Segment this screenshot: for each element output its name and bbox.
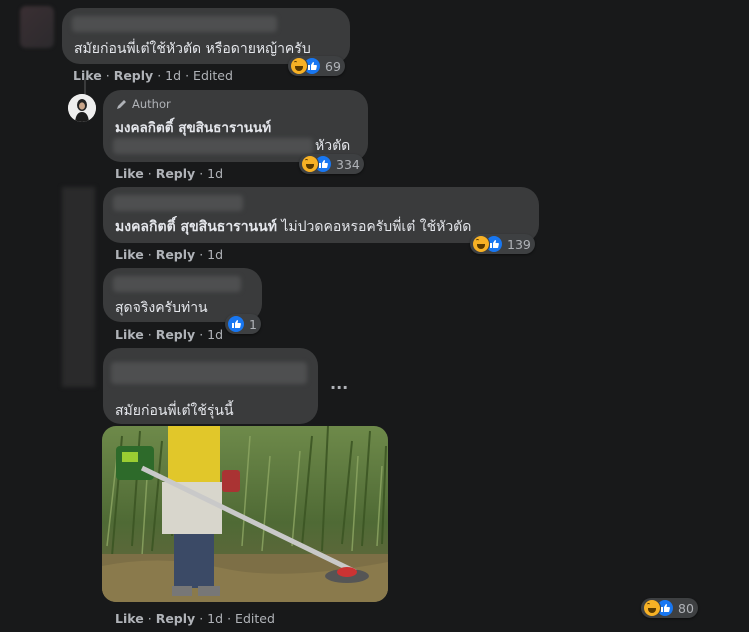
reaction-count: 69 — [325, 58, 341, 74]
reaction-count: 1 — [249, 316, 257, 332]
like-button[interactable]: Like — [115, 327, 144, 342]
author-avatar[interactable] — [68, 94, 96, 122]
redacted-avatar-strip — [62, 187, 95, 387]
reaction-count: 334 — [336, 156, 360, 172]
redacted-name — [113, 276, 241, 292]
edited-label: Edited — [235, 611, 275, 626]
author-badge: Author — [115, 97, 171, 111]
comment-bubble: Author มงคลกิตติ์ สุขสินธารานนท์ หัวตัด — [103, 90, 368, 162]
redacted-name — [111, 362, 307, 384]
reaction-summary[interactable]: 139 — [470, 234, 535, 254]
comment-text: สุดจริงครับท่าน — [115, 300, 208, 316]
reaction-summary[interactable]: 69 — [288, 56, 345, 76]
reaction-count: 139 — [507, 236, 531, 252]
reply-button[interactable]: Reply — [114, 68, 153, 83]
commenter-avatar[interactable] — [20, 6, 54, 48]
comment-text: สมัยก่อนพี่เต๋ใช้หัวตัด หรือดายหญ้าครับ — [74, 41, 311, 57]
timestamp[interactable]: 1d — [207, 247, 223, 262]
reaction-summary[interactable]: 80 — [641, 598, 698, 618]
brush-cutter-photo — [102, 426, 388, 602]
more-options-button[interactable]: ··· — [330, 378, 348, 397]
haha-icon — [290, 57, 308, 75]
comment-actions: Like · Reply · 1d — [115, 327, 224, 342]
comment-photo[interactable] — [102, 426, 388, 602]
timestamp[interactable]: 1d — [207, 611, 223, 626]
reply-button[interactable]: Reply — [156, 327, 195, 342]
author-avatar-image — [68, 94, 96, 122]
redacted-name — [72, 16, 277, 32]
author-name[interactable]: มงคลกิตติ์ สุขสินธารานนท์ — [115, 116, 271, 138]
haha-icon — [643, 599, 661, 617]
like-icon — [227, 315, 245, 333]
redacted-name — [113, 195, 243, 211]
reply-button[interactable]: Reply — [156, 611, 195, 626]
timestamp[interactable]: 1d — [165, 68, 181, 83]
like-button[interactable]: Like — [115, 611, 144, 626]
comment-bubble: สมัยก่อนพี่เต๋ใช้รุ่นนี้ — [103, 348, 318, 424]
comment-actions: Like · Reply · 1d — [115, 166, 224, 181]
timestamp[interactable]: 1d — [207, 327, 223, 342]
like-button[interactable]: Like — [115, 247, 144, 262]
mentioned-user[interactable]: มงคลกิตติ์ สุขสินธารานนท์ — [115, 219, 277, 235]
edited-label: Edited — [193, 68, 233, 83]
pencil-icon — [117, 99, 126, 109]
reaction-summary[interactable]: 1 — [225, 314, 261, 334]
like-button[interactable]: Like — [73, 68, 102, 83]
comment-actions: Like · Reply · 1d · Edited — [115, 611, 275, 626]
comment-actions: Like · Reply · 1d — [115, 247, 224, 262]
timestamp[interactable]: 1d — [207, 166, 223, 181]
comment-text: มงคลกิตติ์ สุขสินธารานนท์ ไม่ปวดคอหรอครั… — [115, 219, 472, 235]
like-button[interactable]: Like — [115, 166, 144, 181]
redacted-mention — [113, 138, 313, 154]
haha-icon — [472, 235, 490, 253]
reaction-summary[interactable]: 334 — [299, 154, 364, 174]
reply-button[interactable]: Reply — [156, 247, 195, 262]
reply-button[interactable]: Reply — [156, 166, 195, 181]
comment-actions: Like · Reply · 1d · Edited — [73, 68, 233, 83]
comment-text: สมัยก่อนพี่เต๋ใช้รุ่นนี้ — [115, 403, 234, 419]
haha-icon — [301, 155, 319, 173]
reaction-count: 80 — [678, 600, 694, 616]
